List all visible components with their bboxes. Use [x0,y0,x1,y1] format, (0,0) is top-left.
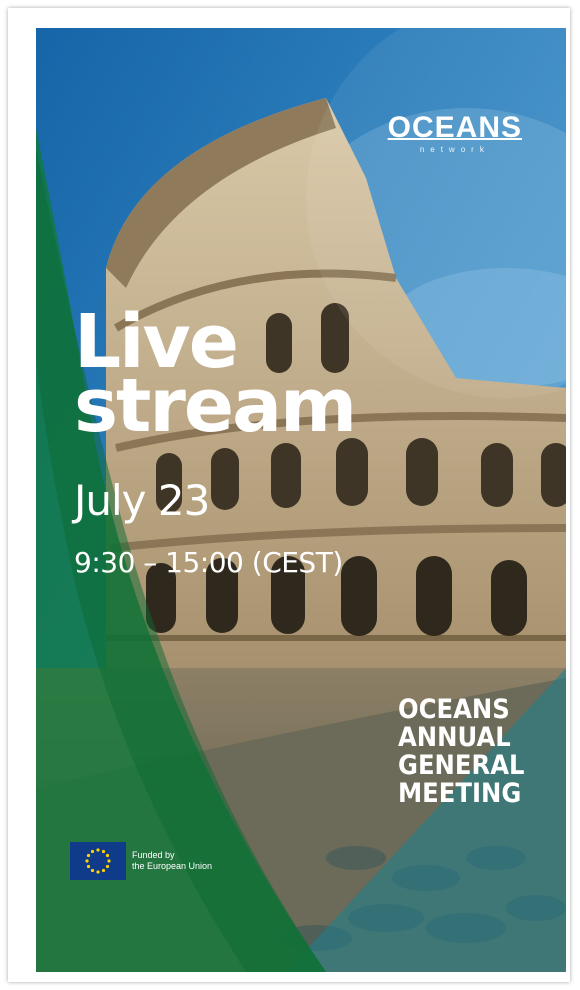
event-date: July 23 [74,476,210,525]
meeting-line-1: OCEANS [398,694,510,725]
livestream-poster: OCEANS network Live stream July 23 9:30 … [36,28,566,972]
meeting-title: OCEANS ANNUAL GENERAL MEETING [398,696,524,808]
headline-line-2: stream [74,363,357,449]
meeting-line-3: GENERAL [398,750,525,781]
meeting-line-4: MEETING [398,778,522,809]
eu-funding-badge: Funded by the European Union [70,842,212,880]
oceans-network-logo: OCEANS network [387,111,522,155]
funding-line-2: the European Union [132,861,213,871]
funding-line-1: Funded by [132,850,175,860]
funding-text: Funded by the European Union [132,850,212,872]
eu-flag-icon [70,842,126,880]
headline: Live stream [74,305,357,449]
logo-tagline: network [419,145,490,154]
meeting-line-2: ANNUAL [398,722,511,753]
event-time: 9:30 – 15:00 (CEST) [74,546,343,579]
logo-wordmark: OCEANS [387,111,522,144]
